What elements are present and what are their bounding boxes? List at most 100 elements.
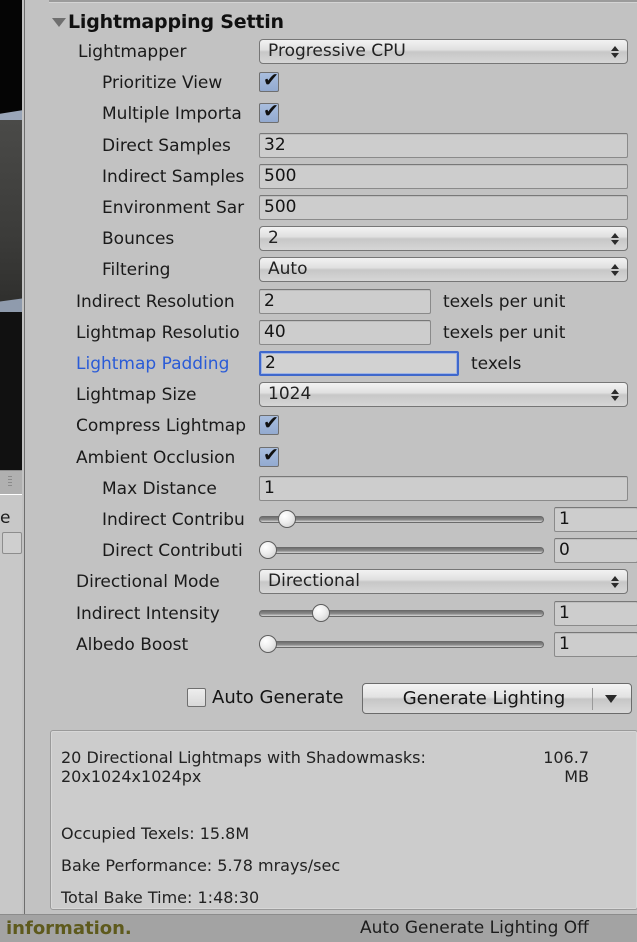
slider-knob[interactable] xyxy=(278,510,296,528)
scene-view-sliver xyxy=(0,0,22,470)
slider-albedo-boost[interactable] xyxy=(259,633,544,655)
unity-editor-window: e Lightmapping Settin Lightmapper Progres… xyxy=(0,0,637,942)
lightmapping-settings-foldout[interactable]: Lightmapping Settin xyxy=(52,9,300,35)
slider-direct-contribution[interactable] xyxy=(259,539,544,561)
adjacent-panel-sliver xyxy=(0,494,22,914)
property-row-direct-samples: Direct Samples 32 xyxy=(50,132,637,159)
input-indirect-contribution[interactable]: 1 xyxy=(554,507,637,532)
input-lightmap-padding[interactable]: 2 xyxy=(259,351,459,376)
property-row-bounces: Bounces 2 xyxy=(50,226,637,252)
property-row-prioritize-view: Prioritize View ✔ xyxy=(50,70,637,96)
status-bar: information. Auto Generate Lighting Off xyxy=(0,914,637,942)
property-row-lightmap-resolution: Lightmap Resolutio 40 texels per unit xyxy=(50,319,637,346)
splitter-grip-icon xyxy=(8,476,12,488)
label-indirect-resolution: Indirect Resolution xyxy=(76,291,235,312)
unit-lightmap-resolution: texels per unit xyxy=(443,322,566,343)
slider-track[interactable] xyxy=(259,516,544,523)
generate-lighting-button[interactable]: Generate Lighting xyxy=(362,683,632,714)
clipped-label-sliver: e xyxy=(0,508,11,528)
property-row-lightmap-size: Lightmap Size 1024 xyxy=(50,382,637,408)
button-divider xyxy=(592,688,593,710)
check-icon: ✔ xyxy=(263,443,279,466)
label-ambient-occlusion: Ambient Occlusion xyxy=(76,447,236,468)
auto-generate-toggle[interactable]: Auto Generate xyxy=(187,687,344,708)
slider-track[interactable] xyxy=(259,640,544,648)
updown-arrows-icon xyxy=(611,44,620,60)
label-albedo-boost: Albedo Boost xyxy=(76,634,189,655)
label-prioritize-view: Prioritize View xyxy=(102,73,223,94)
label-lightmapper: Lightmapper xyxy=(78,42,187,62)
dropdown-value-bounces: 2 xyxy=(268,228,279,249)
property-row-max-distance: Max Distance 1 xyxy=(50,475,637,502)
property-row-compress-lightmaps: Compress Lightmap ✔ xyxy=(50,413,637,439)
property-row-environment-samples: Environment Sar 500 xyxy=(50,195,637,221)
input-direct-contribution[interactable]: 0 xyxy=(554,538,637,564)
updown-arrows-icon xyxy=(611,574,620,590)
input-indirect-samples[interactable]: 500 xyxy=(259,163,628,189)
property-row-ambient-occlusion: Ambient Occlusion ✔ xyxy=(50,445,637,471)
slider-knob[interactable] xyxy=(259,634,277,653)
slider-track[interactable] xyxy=(259,547,544,555)
slider-knob[interactable] xyxy=(312,603,330,622)
slider-indirect-intensity[interactable] xyxy=(259,602,544,624)
bake-action-bar: Auto Generate Generate Lighting xyxy=(50,678,637,720)
stats-lightmaps-size-unit: MB xyxy=(564,767,589,786)
check-icon: ✔ xyxy=(263,69,279,92)
property-row-lightmap-padding: Lightmap Padding 2 texels xyxy=(50,351,637,377)
lighting-stats-box: 20 Directional Lightmaps with Shadowmask… xyxy=(50,730,637,910)
checkbox-compress-lightmaps[interactable]: ✔ xyxy=(259,413,279,436)
check-icon: ✔ xyxy=(263,100,279,123)
slider-track[interactable] xyxy=(259,609,544,617)
label-multiple-importance: Multiple Importa xyxy=(102,104,242,125)
property-row-albedo-boost: Albedo Boost 1 xyxy=(50,631,637,658)
label-filtering: Filtering xyxy=(102,260,171,281)
label-direct-contribution: Direct Contributi xyxy=(102,541,243,562)
slider-knob[interactable] xyxy=(259,541,277,560)
label-max-distance: Max Distance xyxy=(102,478,217,499)
label-indirect-samples: Indirect Samples xyxy=(102,166,245,187)
property-row-direct-contribution: Direct Contributi 0 xyxy=(50,538,637,564)
caret-down-icon[interactable] xyxy=(605,694,617,703)
dropdown-value-lightmap-size: 1024 xyxy=(268,384,312,405)
input-albedo-boost[interactable]: 1 xyxy=(554,631,637,657)
label-direct-samples: Direct Samples xyxy=(102,135,231,156)
input-indirect-resolution[interactable]: 2 xyxy=(259,288,431,314)
stats-lightmaps-size-value: 106.7 xyxy=(543,748,589,767)
dropdown-lightmapper[interactable]: Progressive CPU xyxy=(259,39,628,64)
property-row-directional-mode: Directional Mode Directional xyxy=(50,569,637,595)
input-direct-samples[interactable]: 32 xyxy=(259,132,628,158)
stats-lightmaps-title: 20 Directional Lightmaps with Shadowmask… xyxy=(61,748,426,767)
scene-dark-region xyxy=(0,312,22,470)
clipped-field-sliver[interactable] xyxy=(2,532,22,554)
checkbox-prioritize-view[interactable]: ✔ xyxy=(259,69,279,93)
auto-generate-checkbox[interactable] xyxy=(187,688,206,707)
unit-lightmap-padding: texels xyxy=(471,354,522,374)
checkbox-ambient-occlusion[interactable]: ✔ xyxy=(259,443,279,467)
property-row-multiple-importance: Multiple Importa ✔ xyxy=(50,101,637,127)
slider-indirect-contribution[interactable] xyxy=(259,508,544,530)
label-indirect-contribution: Indirect Contribu xyxy=(102,510,245,530)
label-bounces: Bounces xyxy=(102,229,175,250)
foldout-title: Lightmapping Settin xyxy=(68,11,284,33)
dropdown-directional-mode[interactable]: Directional xyxy=(259,569,628,595)
property-row-indirect-resolution: Indirect Resolution 2 texels per unit xyxy=(50,288,637,315)
checkbox-multiple-importance[interactable]: ✔ xyxy=(259,100,279,124)
label-compress-lightmaps: Compress Lightmap xyxy=(76,416,247,437)
input-lightmap-resolution[interactable]: 40 xyxy=(259,319,431,345)
dropdown-filtering[interactable]: Auto xyxy=(259,257,628,283)
property-row-lightmapper: Lightmapper Progressive CPU xyxy=(50,39,637,65)
input-environment-samples[interactable]: 500 xyxy=(259,195,628,220)
stats-occupied-texels: Occupied Texels: 15.8M xyxy=(61,824,250,843)
dropdown-bounces[interactable]: 2 xyxy=(259,226,628,252)
updown-arrows-icon xyxy=(611,387,620,403)
generate-lighting-label: Generate Lighting xyxy=(402,688,566,709)
label-directional-mode: Directional Mode xyxy=(76,572,220,593)
label-lightmap-size: Lightmap Size xyxy=(76,385,197,406)
property-row-indirect-samples: Indirect Samples 500 xyxy=(50,163,637,190)
stats-total-bake-time: Total Bake Time: 1:48:30 xyxy=(61,888,260,907)
property-row-indirect-contribution: Indirect Contribu 1 xyxy=(50,507,637,533)
input-indirect-intensity[interactable]: 1 xyxy=(554,600,637,626)
dropdown-lightmap-size[interactable]: 1024 xyxy=(259,382,628,408)
input-max-distance[interactable]: 1 xyxy=(259,475,628,501)
status-bar-message: information. xyxy=(6,918,132,939)
